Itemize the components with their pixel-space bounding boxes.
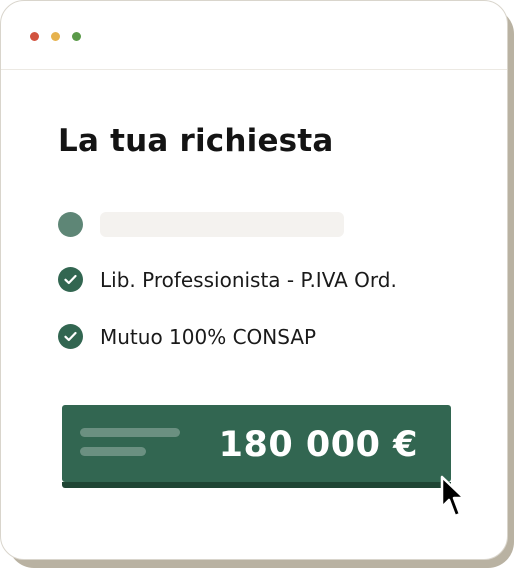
- stage: La tua richiesta Lib. Professionista - P…: [0, 0, 516, 570]
- check-circle-icon: [58, 267, 83, 292]
- list-item-label: Mutuo 100% CONSAP: [100, 325, 317, 349]
- check-circle-icon: [58, 324, 83, 349]
- button-face: 180 000 €: [62, 405, 451, 482]
- amount-button[interactable]: 180 000 €: [62, 405, 451, 488]
- placeholder-line: [80, 428, 180, 437]
- list-item-label: Lib. Professionista - P.IVA Ord.: [100, 268, 397, 292]
- window-titlebar: [1, 1, 507, 70]
- mouse-pointer-icon: [440, 475, 466, 518]
- close-dot-icon[interactable]: [30, 32, 39, 41]
- browser-window: La tua richiesta Lib. Professionista - P…: [0, 0, 508, 560]
- maximize-dot-icon[interactable]: [72, 32, 81, 41]
- placeholder-bar: [100, 212, 344, 237]
- page-title: La tua richiesta: [58, 123, 334, 159]
- minimize-dot-icon[interactable]: [51, 32, 60, 41]
- placeholder-line: [80, 447, 146, 456]
- button-shadow: [62, 482, 451, 488]
- amount-value: 180 000 €: [218, 425, 418, 465]
- placeholder-circle: [58, 212, 83, 237]
